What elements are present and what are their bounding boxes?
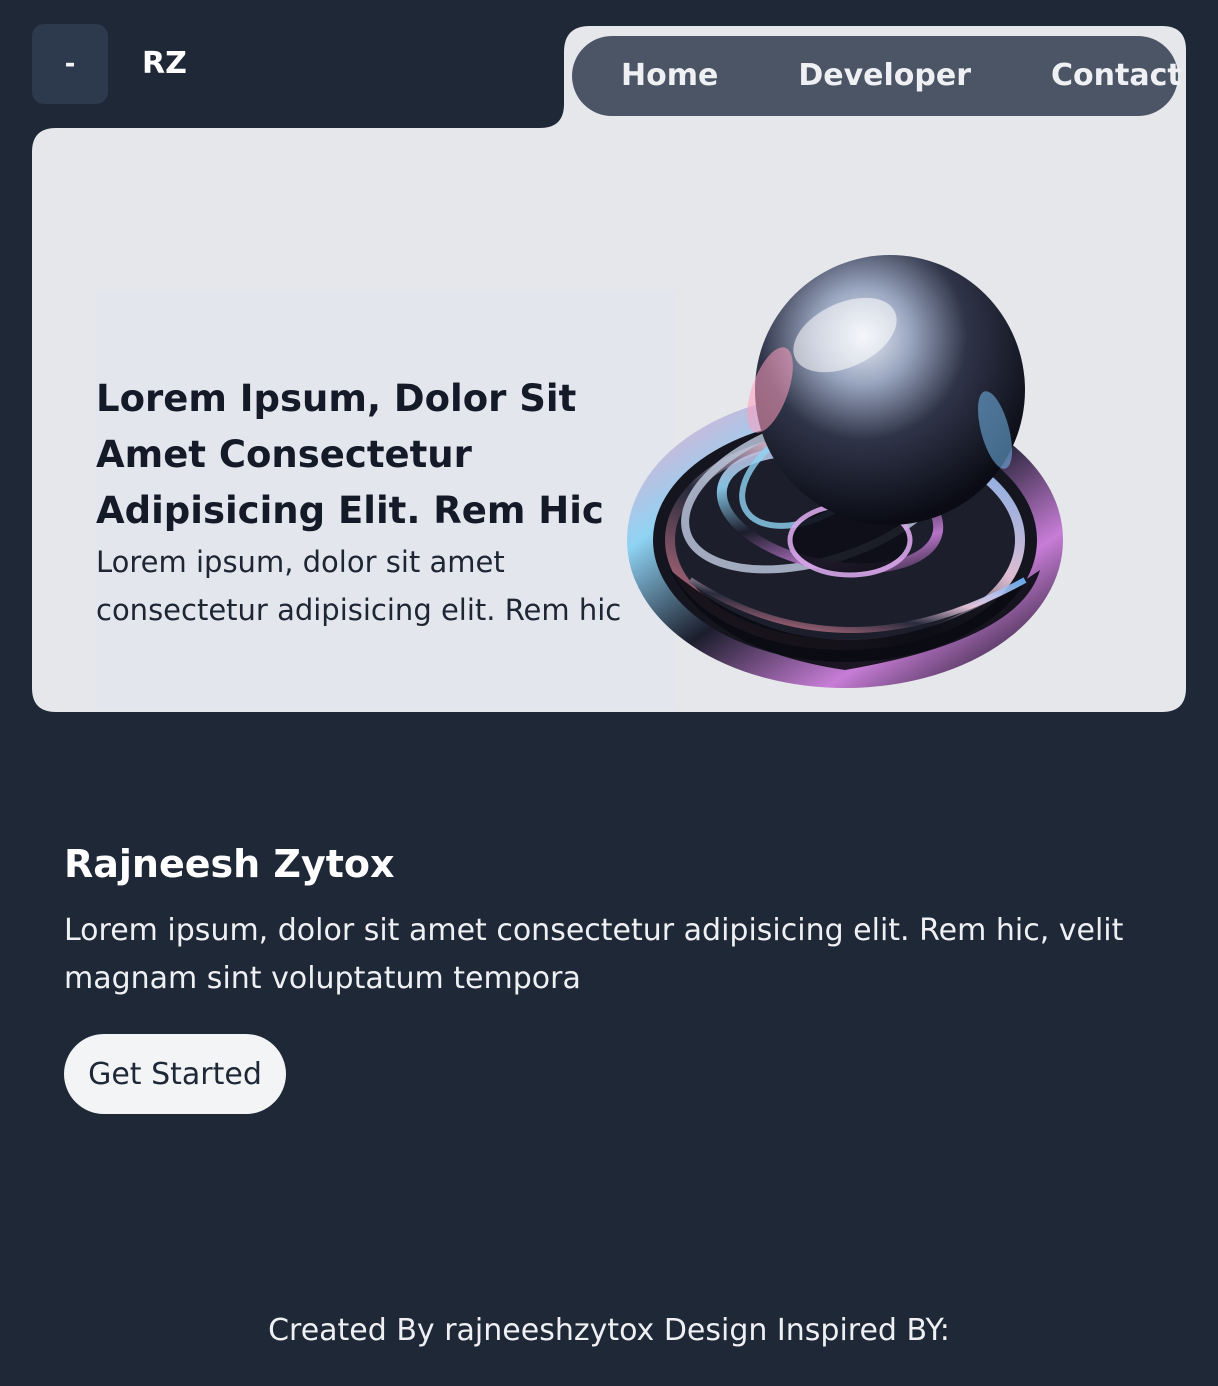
menu-button[interactable]: - [32,24,108,104]
menu-button-label: - [64,49,76,79]
main-nav: Home Developer Contact [572,36,1182,116]
nav-item-contact[interactable]: Contact [1051,56,1182,96]
profile-name: Rajneesh Zytox [64,842,395,886]
hero-title: Lorem Ipsum, Dolor Sit Amet Consectetur … [96,377,604,532]
get-started-button[interactable]: Get Started [64,1034,286,1114]
nav-item-home[interactable]: Home [621,56,718,96]
nav-item-developer[interactable]: Developer [798,56,971,96]
brand-logo[interactable]: RZ [142,44,187,84]
hero-subtitle: Lorem ipsum, dolor sit amet consectetur … [96,545,622,627]
profile-description: Lorem ipsum, dolor sit amet consectetur … [64,913,1124,996]
glass-torus-illustration-icon [627,255,1063,688]
footer-credit: Created By rajneeshzytox Design Inspired… [268,1313,950,1348]
